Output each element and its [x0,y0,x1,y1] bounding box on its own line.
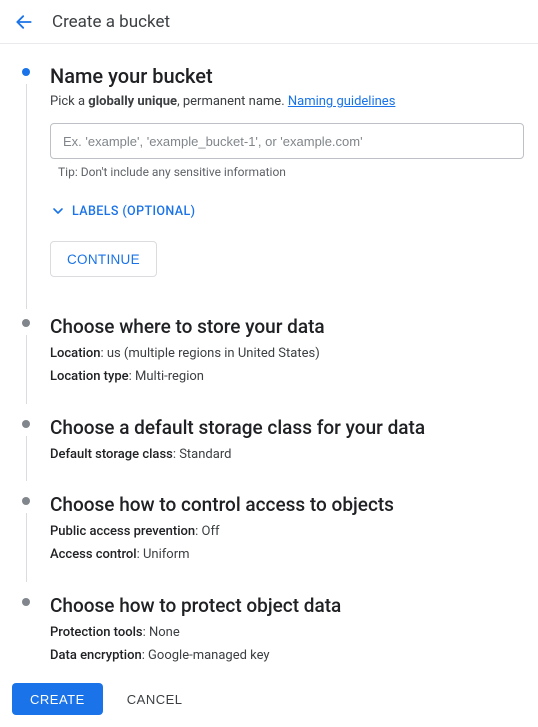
step-title: Choose where to store your data [50,315,526,338]
create-button[interactable]: CREATE [12,683,103,715]
desc-prefix: Pick a [50,94,88,109]
step-line [26,84,27,309]
access-control-key: Access control [50,547,137,562]
location-type-val: : Multi-region [129,369,204,384]
cancel-button[interactable]: CANCEL [121,691,189,708]
data-encryption-val: : Google-managed key [142,648,270,663]
location-key: Location [50,346,100,361]
location-type-key: Location type [50,369,129,384]
step-marker [22,319,30,327]
access-control-val: : Uniform [137,547,190,562]
header-bar: Create a bucket [0,0,538,44]
step-location[interactable]: Choose where to store your data Location… [22,315,526,404]
protection-tools-key: Protection tools [50,625,143,640]
step-access-control[interactable]: Choose how to control access to objects … [22,493,526,582]
step-name-bucket: Name your bucket Pick a globally unique,… [22,64,526,303]
page-title: Create a bucket [52,12,170,32]
step-title: Choose how to control access to objects [50,493,526,516]
desc-bold: globally unique [88,94,177,109]
step-title: Choose how to protect object data [50,594,526,617]
cancel-button-label: CANCEL [127,692,183,707]
protection-tools-row: Protection tools: None [50,623,526,644]
chevron-down-icon [50,203,66,219]
step-title: Name your bucket [50,64,526,88]
step-storage-class[interactable]: Choose a default storage class for your … [22,416,526,482]
back-button[interactable] [12,10,36,34]
public-access-row: Public access prevention: Off [50,522,526,543]
step-marker [22,420,30,428]
naming-guidelines-link[interactable]: Naming guidelines [288,94,396,109]
continue-button[interactable]: CONTINUE [50,241,157,277]
step-line [26,436,27,482]
step-marker-active [22,68,30,76]
location-val: : us (multiple regions in United States) [100,346,319,361]
step-title: Choose a default storage class for your … [50,416,526,439]
labels-toggle[interactable]: LABELS (OPTIONAL) [50,203,526,219]
step-protect-data[interactable]: Choose how to protect object data Protec… [22,594,526,667]
step-line [26,335,27,404]
location-row: Location: us (multiple regions in United… [50,344,526,365]
data-encryption-key: Data encryption [50,648,142,663]
step-marker [22,598,30,606]
bucket-name-input[interactable] [50,123,524,159]
bucket-name-tip: Tip: Don't include any sensitive informa… [58,165,526,179]
storage-class-key: Default storage class [50,447,173,462]
storage-class-row: Default storage class: Standard [50,445,526,466]
bucket-name-field: Tip: Don't include any sensitive informa… [50,123,526,179]
desc-suffix: , permanent name. [177,94,288,109]
public-access-key: Public access prevention [50,524,195,539]
continue-button-label: CONTINUE [67,252,140,267]
public-access-val: : Off [195,524,219,539]
step-line [26,513,27,582]
data-encryption-row: Data encryption: Google-managed key [50,646,526,667]
create-button-label: CREATE [30,692,85,707]
location-type-row: Location type: Multi-region [50,367,526,388]
labels-toggle-label: LABELS (OPTIONAL) [72,204,195,219]
page: Create a bucket Name your bucket Pick a … [0,0,538,727]
protection-tools-val: : None [143,625,180,640]
form-body: Name your bucket Pick a globally unique,… [0,44,538,667]
footer-actions: CREATE CANCEL [12,683,189,715]
step-description: Pick a globally unique, permanent name. … [50,94,526,109]
storage-class-val: : Standard [173,447,232,462]
access-control-row: Access control: Uniform [50,545,526,566]
arrow-left-icon [14,12,34,32]
step-marker [22,497,30,505]
